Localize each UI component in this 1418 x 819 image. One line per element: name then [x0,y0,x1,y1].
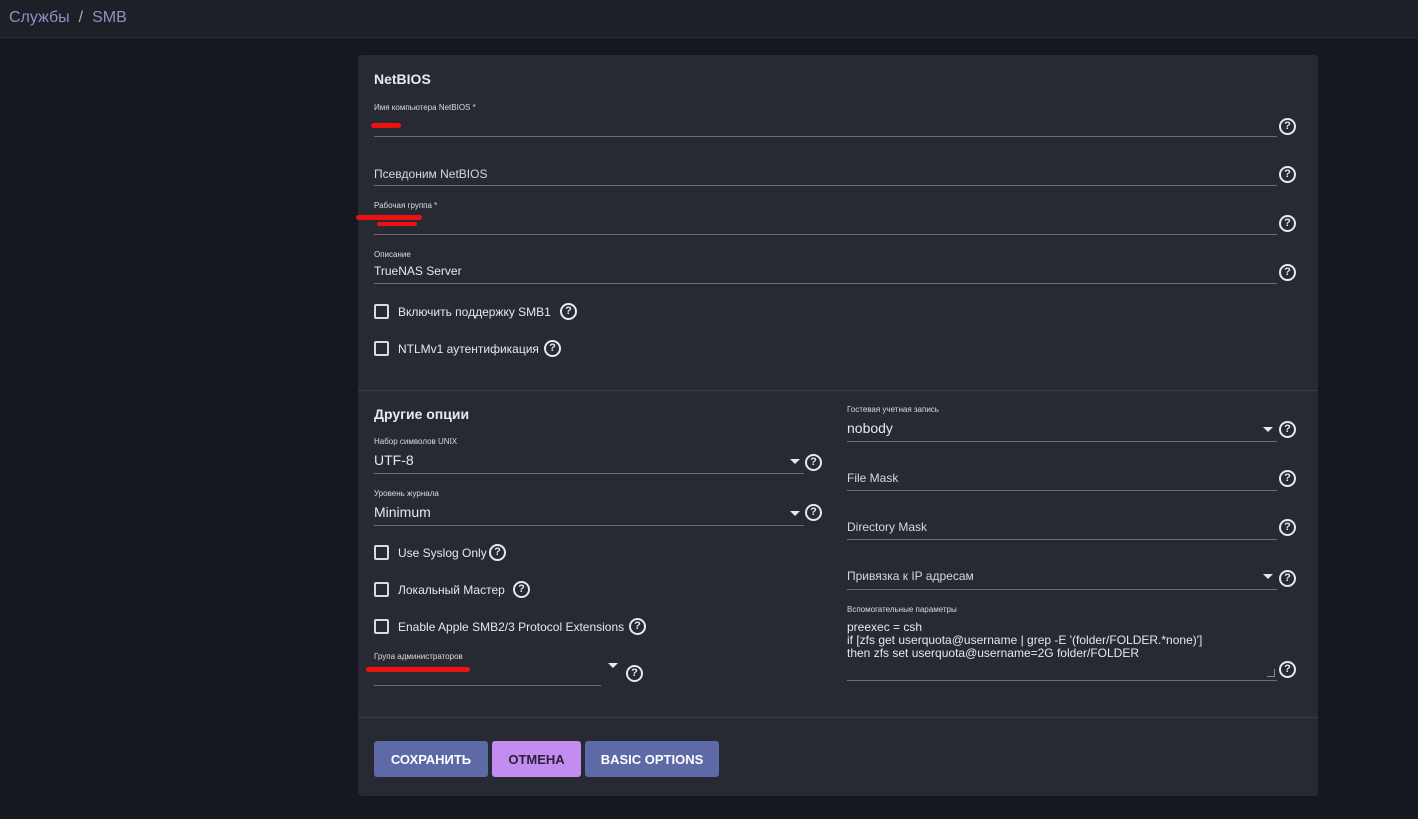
log-level-value: Minimum [374,504,431,520]
workgroup-field[interactable]: Рабочая группа * [356,201,1277,236]
log-level-label: Уровень журнала [374,489,439,498]
chevron-down-icon[interactable] [1263,574,1273,579]
redaction-mark [377,222,417,226]
netbios-section-title: NetBIOS [374,71,431,87]
apple-extensions-label: Enable Apple SMB2/3 Protocol Extensions [398,620,625,634]
workgroup-label: Рабочая группа * [374,201,438,210]
redaction-mark [366,667,470,672]
unix-charset-underline [374,473,804,474]
admin-group-underline [374,685,601,686]
guest-account-value: nobody [847,420,893,436]
bind-ip-underline [847,589,1277,590]
aux-parameters-underline [847,680,1277,681]
guest-account-underline [847,441,1277,442]
chevron-down-icon[interactable] [790,459,800,464]
chevron-down-icon[interactable] [608,663,618,668]
log-level-underline [374,525,804,526]
apple-extensions-checkbox[interactable] [374,619,389,634]
chevron-down-icon[interactable] [1263,427,1273,432]
file-mask-underline [847,490,1277,491]
netbios-alias-underline [374,185,1277,186]
chevron-down-icon[interactable] [790,511,800,516]
workgroup-underline [374,234,1277,235]
unix-charset-help-icon[interactable]: ? [805,454,822,471]
netbios-name-help-icon[interactable]: ? [1279,118,1296,135]
log-level-select[interactable]: Уровень журнала Minimum [374,489,804,526]
admin-group-select[interactable]: Група администраторов [366,652,601,686]
local-master-checkbox[interactable] [374,582,389,597]
breadcrumb: Службы / SMB [9,9,127,27]
bind-ip-help-icon[interactable]: ? [1279,570,1296,587]
local-master-help-icon[interactable]: ? [513,581,530,598]
unix-charset-value: UTF-8 [374,452,414,468]
netbios-alias-field[interactable]: Псевдоним NetBIOS [374,163,1277,188]
netbios-name-label: Имя компьютера NetBIOS * [374,103,476,112]
top-bar: Службы / SMB [0,0,1418,38]
netbios-name-field[interactable]: Имя компьютера NetBIOS * [371,103,1277,138]
basic-options-button[interactable]: BASIC OPTIONS [585,741,719,777]
netbios-alias-help-icon[interactable]: ? [1279,166,1296,183]
actions-divider [358,717,1318,718]
file-mask-field[interactable]: File Mask [847,468,1277,492]
breadcrumb-item-services[interactable]: Службы [9,9,70,26]
smb1-checkbox[interactable] [374,304,389,319]
admin-group-help-icon[interactable]: ? [626,665,643,682]
directory-mask-underline [847,539,1277,540]
aux-parameters-textarea[interactable]: Вспомогательные параметры preexec = csh … [847,605,1277,681]
aux-parameters-label: Вспомогательные параметры [847,605,957,614]
syslog-only-checkbox[interactable] [374,545,389,560]
ntlmv1-label: NTLMv1 аутентификация [398,342,539,356]
breadcrumb-separator: / [78,9,84,26]
aux-parameters-value: preexec = csh if [zfs get userquota@user… [847,620,1203,660]
file-mask-help-icon[interactable]: ? [1279,470,1296,487]
other-options-section-title: Другие опции [374,406,470,422]
smb1-help-icon[interactable]: ? [560,303,577,320]
directory-mask-field[interactable]: Directory Mask [847,517,1277,541]
log-level-help-icon[interactable]: ? [805,504,822,521]
save-button[interactable]: СОХРАНИТЬ [374,741,488,777]
cancel-button[interactable]: ОТМЕНА [492,741,581,777]
aux-parameters-help-icon[interactable]: ? [1279,661,1296,678]
resize-handle-icon[interactable] [1267,669,1275,677]
netbios-alias-placeholder: Псевдоним NetBIOS [374,167,488,181]
guest-account-label: Гостевая учетная запись [847,405,939,414]
guest-account-help-icon[interactable]: ? [1279,421,1296,438]
local-master-label: Локальный Мастер [398,583,505,597]
directory-mask-help-icon[interactable]: ? [1279,519,1296,536]
description-value: TrueNAS Server [374,264,462,278]
netbios-name-underline [374,136,1277,137]
bind-ip-placeholder: Привязка к IP адресам [847,569,974,583]
bind-ip-select[interactable]: Привязка к IP адресам [847,566,1277,591]
redaction-mark [371,123,401,128]
directory-mask-placeholder: Directory Mask [847,520,928,534]
guest-account-select[interactable]: Гостевая учетная запись nobody [847,405,1277,442]
ntlmv1-checkbox[interactable] [374,341,389,356]
section-divider [358,390,1318,391]
workgroup-help-icon[interactable]: ? [1279,215,1296,232]
unix-charset-select[interactable]: Набор символов UNIX UTF-8 [374,437,804,474]
description-field[interactable]: Описание TrueNAS Server [374,250,1277,285]
unix-charset-label: Набор символов UNIX [374,437,458,446]
file-mask-placeholder: File Mask [847,471,899,485]
admin-group-label: Група администраторов [374,652,463,661]
redaction-mark [356,215,422,220]
smb-settings-card: NetBIOS Имя компьютера NetBIOS * ? Псевд… [356,55,1318,796]
syslog-only-label: Use Syslog Only [398,546,487,560]
apple-extensions-help-icon[interactable]: ? [629,618,646,635]
ntlmv1-help-icon[interactable]: ? [544,340,561,357]
description-label: Описание [374,250,411,259]
description-help-icon[interactable]: ? [1279,264,1296,281]
smb1-label: Включить поддержку SMB1 [398,305,551,319]
description-underline [374,283,1277,284]
syslog-only-help-icon[interactable]: ? [489,544,506,561]
breadcrumb-item-smb[interactable]: SMB [92,9,127,26]
